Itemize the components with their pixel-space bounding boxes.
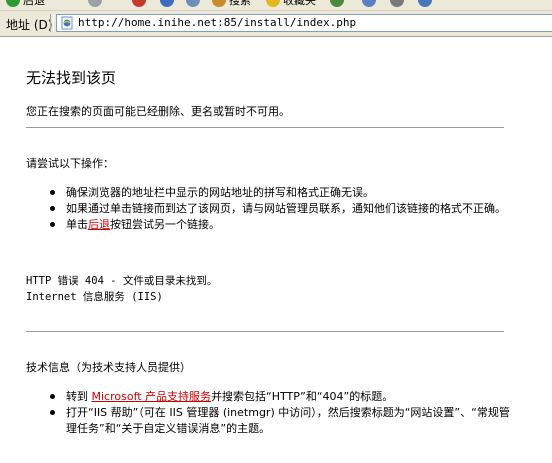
list-item: 打开“IIS 帮助”（可在 IIS 管理器 (inetmgr) 中访问），然后搜… bbox=[50, 405, 510, 437]
back-label: 后退 bbox=[23, 0, 45, 7]
try-following-heading: 请尝试以下操作： bbox=[26, 157, 114, 170]
list-item-text: 确保浏览器的地址栏中显示的网站地址的拼写和格式正确无误。 bbox=[66, 186, 374, 199]
favorites-button[interactable]: 收藏夹 bbox=[266, 0, 316, 7]
stop-icon bbox=[132, 0, 146, 7]
list-item-prefix: 转到 bbox=[66, 390, 92, 403]
server-name-line: Internet 信息服务 (IIS) bbox=[26, 291, 163, 303]
history-icon bbox=[330, 0, 344, 7]
search-label: 搜索 bbox=[229, 0, 251, 7]
bullet bbox=[50, 394, 55, 399]
divider bbox=[26, 331, 504, 332]
mail-button[interactable] bbox=[362, 0, 376, 7]
search-button[interactable]: 搜索 bbox=[212, 0, 251, 7]
divider bbox=[26, 127, 504, 128]
print-icon bbox=[390, 0, 404, 7]
edit-icon bbox=[418, 0, 432, 7]
edit-button[interactable] bbox=[418, 0, 432, 7]
bullet bbox=[50, 222, 55, 227]
bullet bbox=[50, 410, 55, 415]
bullet bbox=[50, 206, 55, 211]
search-icon bbox=[212, 0, 226, 7]
list-item: 如果通过单击链接而到达了该网页，请与网站管理员联系，通知他们该链接的格式不正确。 bbox=[50, 201, 510, 217]
list-item-prefix: 单击 bbox=[66, 218, 88, 231]
list-item-text: 打开“IIS 帮助”（可在 IIS 管理器 (inetmgr) 中访问），然后搜… bbox=[66, 406, 510, 435]
page-icon bbox=[61, 16, 73, 30]
list-item: 单击后退按钮尝试另一个链接。 bbox=[50, 217, 510, 233]
stop-button[interactable] bbox=[132, 0, 146, 7]
page-title: 无法找到该页 bbox=[26, 69, 117, 87]
refresh-button[interactable] bbox=[160, 0, 174, 7]
list-item-suffix: 并搜索包括“HTTP”和“404”的标题。 bbox=[211, 390, 394, 403]
browser-toolbar: 后退 搜索 收藏夹 bbox=[0, 0, 552, 11]
error-code-line: HTTP 错误 404 - 文件或目录未找到。 bbox=[26, 275, 218, 287]
address-separator bbox=[50, 14, 54, 32]
back-icon bbox=[6, 0, 20, 7]
home-icon bbox=[186, 0, 200, 7]
bullet bbox=[50, 190, 55, 195]
back-link[interactable]: 后退 bbox=[88, 218, 110, 231]
history-button[interactable] bbox=[330, 0, 344, 7]
address-input[interactable]: http://home.inihe.net:85/install/index.p… bbox=[56, 14, 552, 32]
list-item-text: 如果通过单击链接而到达了该网页，请与网站管理员联系，通知他们该链接的格式不正确。 bbox=[66, 202, 506, 215]
home-button[interactable] bbox=[186, 0, 200, 7]
microsoft-support-link[interactable]: Microsoft 产品支持服务 bbox=[92, 390, 212, 403]
address-url: http://home.inihe.net:85/install/index.p… bbox=[78, 16, 357, 29]
list-item: 确保浏览器的地址栏中显示的网站地址的拼写和格式正确无误。 bbox=[50, 185, 510, 201]
try-following-list: 确保浏览器的地址栏中显示的网站地址的拼写和格式正确无误。 如果通过单击链接而到达… bbox=[50, 185, 510, 233]
address-label: 地址 (D) bbox=[6, 18, 53, 32]
forward-icon bbox=[88, 0, 102, 7]
list-item-suffix: 按钮尝试另一个链接。 bbox=[110, 218, 220, 231]
list-item: 转到 Microsoft 产品支持服务并搜索包括“HTTP”和“404”的标题。 bbox=[50, 389, 510, 405]
technical-info-heading: 技术信息（为技术支持人员提供） bbox=[26, 361, 191, 374]
technical-info-list: 转到 Microsoft 产品支持服务并搜索包括“HTTP”和“404”的标题。… bbox=[50, 389, 510, 437]
refresh-icon bbox=[160, 0, 174, 7]
address-bar: 地址 (D) http://home.inihe.net:85/install/… bbox=[0, 11, 552, 37]
print-button[interactable] bbox=[390, 0, 404, 7]
favorites-label: 收藏夹 bbox=[283, 0, 316, 7]
mail-icon bbox=[362, 0, 376, 7]
page-content: 无法找到该页 您正在搜索的页面可能已经删除、更名或暂时不可用。 请尝试以下操作：… bbox=[0, 37, 552, 463]
favorites-icon bbox=[266, 0, 280, 7]
forward-button[interactable] bbox=[88, 0, 102, 7]
back-button[interactable]: 后退 bbox=[6, 0, 45, 7]
page-subtitle: 您正在搜索的页面可能已经删除、更名或暂时不可用。 bbox=[26, 105, 290, 118]
